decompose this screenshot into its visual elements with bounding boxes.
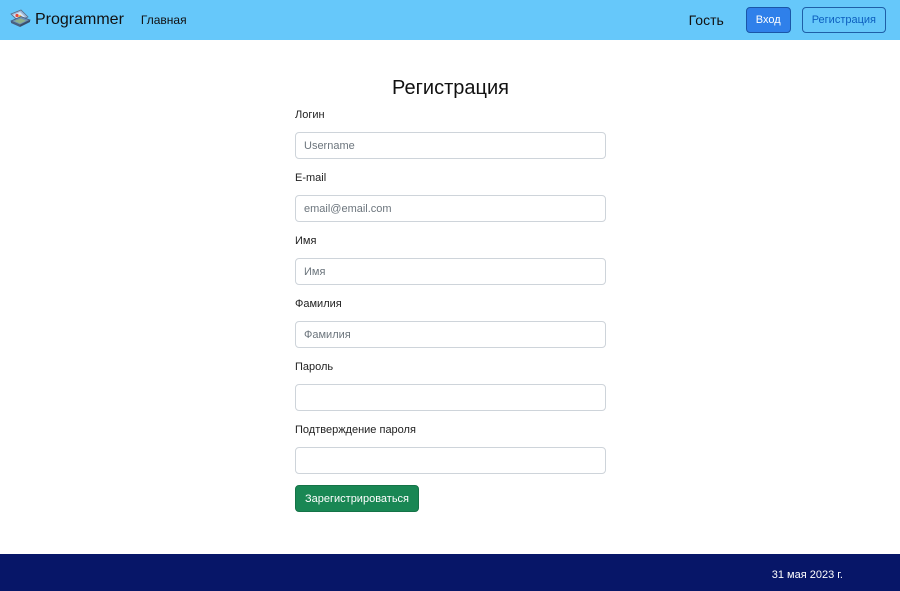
top-navbar: Programmer Главная Гость Вход Регистраци… (0, 0, 900, 40)
login-label: Логин (295, 109, 325, 121)
first-name-label: Имя (295, 235, 317, 247)
login-field-group: Логин (295, 108, 606, 159)
first-name-field-group: Имя (295, 234, 606, 285)
nav-link-home[interactable]: Главная (141, 13, 187, 27)
laptop-logo-icon (10, 9, 31, 27)
nav-actions: Гость Вход Регистрация (689, 7, 886, 33)
password-confirm-field-group: Подтверждение пароля (295, 423, 606, 474)
email-input[interactable] (295, 195, 606, 222)
submit-row: Зарегистрироваться (295, 485, 606, 512)
password-confirm-input[interactable] (295, 447, 606, 474)
email-field-group: E-mail (295, 171, 606, 222)
password-confirm-label: Подтверждение пароля (295, 424, 416, 436)
registration-form: Регистрация Логин E-mail Имя Фамилия Пар… (295, 74, 606, 512)
register-button[interactable]: Регистрация (801, 7, 886, 33)
password-input[interactable] (295, 384, 606, 411)
email-label: E-mail (295, 172, 327, 184)
page-footer: 31 мая 2023 г. (0, 554, 900, 591)
brand-link[interactable]: Programmer (8, 8, 124, 32)
user-status-label: Гость (688, 12, 724, 28)
login-input[interactable] (295, 132, 606, 159)
brand-name: Programmer (35, 11, 124, 28)
password-field-group: Пароль (295, 360, 606, 411)
page-title: Регистрация (392, 77, 509, 99)
last-name-field-group: Фамилия (295, 297, 606, 348)
last-name-input[interactable] (295, 321, 606, 348)
last-name-label: Фамилия (295, 298, 342, 310)
login-button[interactable]: Вход (745, 7, 791, 33)
first-name-input[interactable] (295, 258, 606, 285)
password-label: Пароль (295, 361, 334, 373)
footer-date: 31 мая 2023 г. (771, 569, 843, 581)
submit-register-button[interactable]: Зарегистрироваться (295, 485, 420, 512)
